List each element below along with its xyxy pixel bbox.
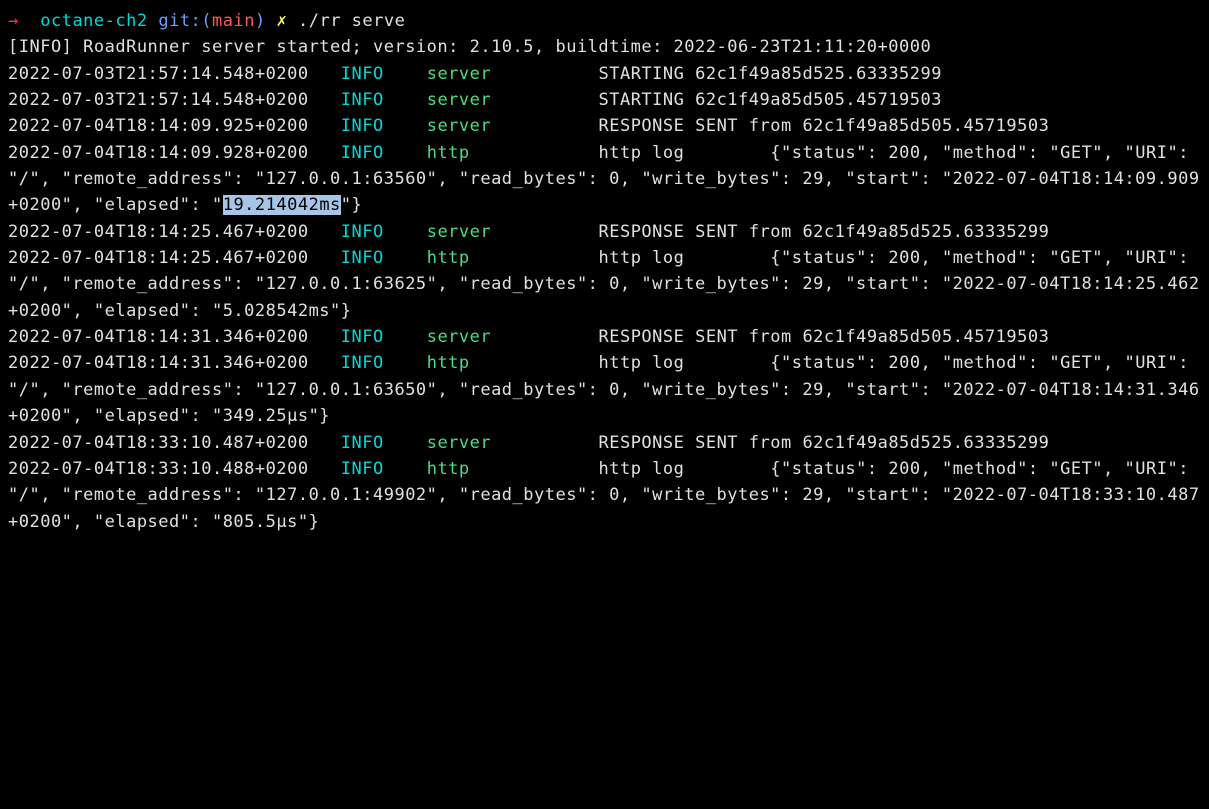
- log-message: STARTING 62c1f49a85d525.63335299: [598, 64, 942, 84]
- log-channel: http: [427, 248, 470, 268]
- prompt-git-label: git:(: [158, 11, 212, 31]
- log-timestamp: 2022-07-04T18:33:10.487+0200: [8, 433, 309, 453]
- log-message: STARTING 62c1f49a85d505.45719503: [598, 90, 942, 110]
- log-level: INFO: [341, 64, 384, 84]
- log-level: INFO: [341, 248, 384, 268]
- log-timestamp: 2022-07-04T18:14:31.346+0200: [8, 353, 309, 373]
- log-label: http log: [598, 248, 684, 268]
- log-row: 2022-07-04T18:14:09.928+0200 INFO http h…: [8, 143, 1200, 216]
- log-json-suffix: "}: [341, 195, 362, 215]
- log-level: INFO: [341, 353, 384, 373]
- log-row: 2022-07-04T18:14:31.346+0200 INFO server…: [8, 327, 1049, 347]
- prompt-arrow-icon: →: [8, 11, 19, 31]
- log-label: http log: [598, 459, 684, 479]
- log-channel: http: [427, 143, 470, 163]
- log-channel: server: [427, 327, 491, 347]
- log-row: 2022-07-03T21:57:14.548+0200 INFO server…: [8, 90, 942, 110]
- log-timestamp: 2022-07-04T18:14:09.925+0200: [8, 116, 309, 136]
- prompt-branch: main: [212, 11, 255, 31]
- log-row: 2022-07-04T18:33:10.488+0200 INFO http h…: [8, 459, 1200, 532]
- log-message: RESPONSE SENT from 62c1f49a85d505.457195…: [598, 116, 1049, 136]
- log-message: RESPONSE SENT from 62c1f49a85d525.633352…: [598, 433, 1049, 453]
- log-timestamp: 2022-07-04T18:14:25.467+0200: [8, 248, 309, 268]
- log-timestamp: 2022-07-03T21:57:14.548+0200: [8, 90, 309, 110]
- log-row: 2022-07-04T18:14:25.467+0200 INFO server…: [8, 222, 1049, 242]
- log-channel: http: [427, 353, 470, 373]
- log-label: http log: [598, 143, 684, 163]
- log-label: http log: [598, 353, 684, 373]
- log-level: INFO: [341, 90, 384, 110]
- log-timestamp: 2022-07-03T21:57:14.548+0200: [8, 64, 309, 84]
- log-level: INFO: [341, 222, 384, 242]
- log-row: 2022-07-04T18:14:31.346+0200 INFO http h…: [8, 353, 1200, 426]
- prompt-command: ./rr serve: [298, 11, 405, 31]
- log-message: RESPONSE SENT from 62c1f49a85d525.633352…: [598, 222, 1049, 242]
- log-row: 2022-07-04T18:14:09.925+0200 INFO server…: [8, 116, 1049, 136]
- log-row: 2022-07-03T21:57:14.548+0200 INFO server…: [8, 64, 942, 84]
- log-row: 2022-07-04T18:33:10.487+0200 INFO server…: [8, 433, 1049, 453]
- log-message: RESPONSE SENT from 62c1f49a85d505.457195…: [598, 327, 1049, 347]
- log-channel: server: [427, 433, 491, 453]
- terminal-output[interactable]: → octane-ch2 git:(main) ✗ ./rr serve [IN…: [8, 8, 1201, 535]
- log-level: INFO: [341, 459, 384, 479]
- log-timestamp: 2022-07-04T18:14:25.467+0200: [8, 222, 309, 242]
- highlighted-text: 19.214042ms: [223, 195, 341, 215]
- log-level: INFO: [341, 143, 384, 163]
- prompt-directory: octane-ch2: [40, 11, 147, 31]
- log-channel: server: [427, 222, 491, 242]
- log-level: INFO: [341, 116, 384, 136]
- log-level: INFO: [341, 433, 384, 453]
- log-channel: server: [427, 64, 491, 84]
- log-channel: http: [427, 459, 470, 479]
- log-level: INFO: [341, 327, 384, 347]
- log-row: 2022-07-04T18:14:25.467+0200 INFO http h…: [8, 248, 1200, 321]
- log-timestamp: 2022-07-04T18:14:09.928+0200: [8, 143, 309, 163]
- prompt-git-close: ): [255, 11, 266, 31]
- log-channel: server: [427, 90, 491, 110]
- log-channel: server: [427, 116, 491, 136]
- log-timestamp: 2022-07-04T18:14:31.346+0200: [8, 327, 309, 347]
- prompt-dirty-icon: ✗: [276, 11, 287, 31]
- startup-line: [INFO] RoadRunner server started; versio…: [8, 37, 931, 57]
- log-timestamp: 2022-07-04T18:33:10.488+0200: [8, 459, 309, 479]
